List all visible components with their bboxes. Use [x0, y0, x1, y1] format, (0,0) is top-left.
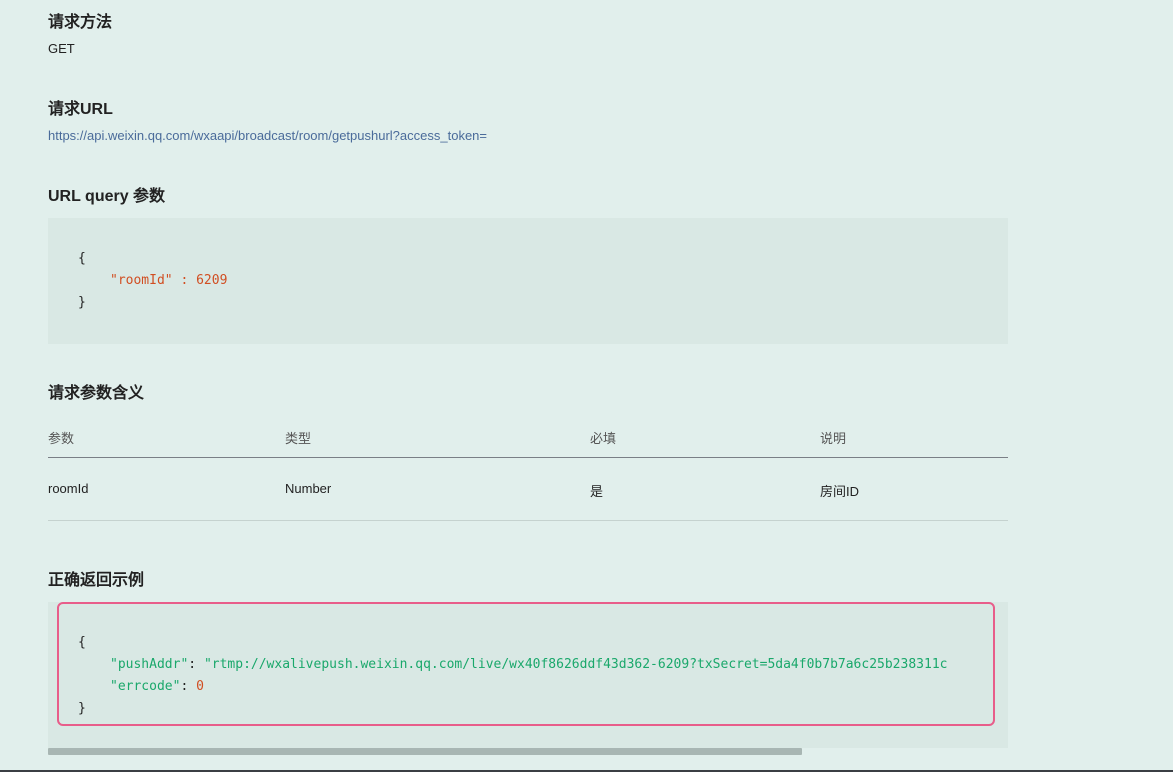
- response-brace-close: }: [78, 701, 86, 716]
- table-row-divider: [48, 520, 1008, 521]
- code-separator: :: [172, 273, 197, 288]
- table-header-param: 参数: [48, 431, 75, 446]
- code-value-roomid: 6209: [196, 273, 228, 288]
- section-title-url: 请求URL: [48, 101, 113, 118]
- response-sep-pushaddr: :: [188, 657, 204, 672]
- code-line-roomid: "roomId" : 6209: [110, 270, 227, 292]
- section-title-params: 请求参数含义: [48, 385, 145, 402]
- response-value-errcode: 0: [196, 679, 204, 694]
- response-code-block[interactable]: { "pushAddr": "rtmp://wxalivepush.weixin…: [48, 602, 1008, 748]
- table-header-required: 必填: [590, 431, 617, 446]
- response-key-pushaddr: "pushAddr": [110, 657, 189, 672]
- response-value-pushaddr: "rtmp://wxalivepush.weixin.qq.com/live/w…: [203, 657, 948, 672]
- response-line-errcode: "errcode": 0: [110, 676, 204, 698]
- code-key-roomid: "roomId": [110, 273, 173, 288]
- table-cell-param: roomId: [48, 481, 89, 496]
- table-cell-type: Number: [285, 481, 332, 496]
- table-cell-required: 是: [590, 484, 604, 499]
- response-sep-errcode: :: [180, 679, 197, 694]
- response-key-errcode: "errcode": [110, 679, 181, 694]
- response-line-pushaddr: "pushAddr": "rtmp://wxalivepush.weixin.q…: [110, 654, 947, 676]
- query-code-block: { "roomId" : 6209 }: [48, 218, 1008, 344]
- response-scrollbar[interactable]: [48, 748, 1008, 756]
- method-value: GET: [48, 41, 75, 56]
- table-header-desc: 说明: [820, 431, 847, 446]
- code-brace-close: }: [78, 295, 86, 310]
- code-brace-open: {: [78, 251, 86, 266]
- section-title-query: URL query 参数: [48, 188, 166, 205]
- table-header-divider: [48, 457, 1008, 458]
- response-brace-open: {: [78, 635, 86, 650]
- request-url-link[interactable]: https://api.weixin.qq.com/wxaapi/broadca…: [48, 128, 487, 143]
- table-header-type: 类型: [285, 431, 312, 446]
- section-title-response: 正确返回示例: [48, 572, 145, 589]
- response-scrollbar-thumb[interactable]: [48, 748, 802, 755]
- section-title-method: 请求方法: [48, 14, 113, 31]
- table-cell-desc: 房间ID: [820, 484, 860, 499]
